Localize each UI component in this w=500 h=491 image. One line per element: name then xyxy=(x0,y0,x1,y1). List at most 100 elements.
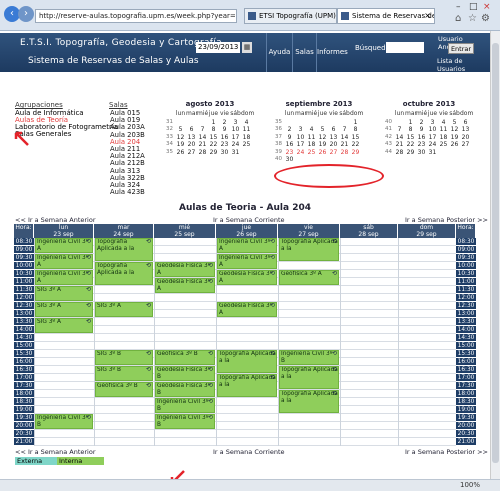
column-date[interactable]: 26 sep xyxy=(216,231,277,238)
calendar-day[interactable]: 9 xyxy=(416,126,427,133)
calendar-day[interactable]: 3 xyxy=(427,119,438,126)
calendar-day[interactable]: 18 xyxy=(438,134,449,141)
booking-event[interactable]: SIG 3º A ⟲ xyxy=(35,286,93,301)
calendar-day[interactable]: 27 xyxy=(328,149,339,156)
calendar-day[interactable]: 25 xyxy=(438,141,449,148)
booking-event[interactable]: SIG 3º B ⟲ xyxy=(95,366,153,381)
calendar-day[interactable]: 13 xyxy=(460,126,471,133)
week-number[interactable]: 33 xyxy=(165,134,173,140)
booking-event[interactable]: Topografía Aplicada a la ⟲ xyxy=(279,390,339,413)
calendar-day[interactable]: 18 xyxy=(241,134,252,141)
menu-informes[interactable]: Informes xyxy=(316,33,348,72)
week-number[interactable]: 35 xyxy=(274,119,282,125)
calendar-day[interactable]: 24 xyxy=(427,141,438,148)
current-week-link[interactable]: Ir a Semana Corriente xyxy=(213,216,285,224)
calendar-day[interactable]: 7 xyxy=(339,126,350,133)
column-date[interactable]: 28 sep xyxy=(340,231,397,238)
booking-event[interactable]: Topografía Aplicada a la ⟲ xyxy=(217,350,277,373)
calendar-day[interactable]: 11 xyxy=(241,126,252,133)
calendar-day[interactable]: 3 xyxy=(295,126,306,133)
calendar-day[interactable]: 21 xyxy=(197,141,208,148)
calendar-day[interactable]: 30 xyxy=(284,156,295,163)
calendar-day[interactable]: 19 xyxy=(449,134,460,141)
date-input[interactable]: 23/09/2013 xyxy=(196,42,240,53)
calendar-day[interactable]: 27 xyxy=(186,149,197,156)
forward-icon[interactable]: › xyxy=(18,6,34,22)
calendar-day[interactable]: 2 xyxy=(219,119,230,126)
calendar-day[interactable]: 24 xyxy=(295,149,306,156)
calendar-day[interactable]: 23 xyxy=(219,141,230,148)
maximize-icon[interactable]: □ xyxy=(469,2,478,12)
tab-reservas[interactable]: Sistema de Reservas de Salas ...× xyxy=(337,8,435,24)
search-input[interactable] xyxy=(386,42,424,53)
calendar-day[interactable]: 7 xyxy=(197,126,208,133)
booking-event[interactable]: Ingeniería Civil 3º A ⟲ xyxy=(35,270,93,285)
column-date[interactable]: 24 sep xyxy=(94,231,153,238)
calendar-day[interactable]: 16 xyxy=(416,134,427,141)
booking-event[interactable]: Ingeniería Civil 3º A ⟲ xyxy=(35,238,93,253)
booking-event[interactable]: Topografía Aplicada a la ⟲ xyxy=(217,374,277,397)
calendar-day[interactable]: 15 xyxy=(405,134,416,141)
tab-etsi[interactable]: ETSI Topografía (UPM) xyxy=(244,8,337,24)
week-number[interactable]: 39 xyxy=(274,149,282,155)
booking-event[interactable]: Geofísica 3º B ⟲ xyxy=(155,350,215,365)
booking-event[interactable]: Topografía Aplicada a la ⟲ xyxy=(95,262,153,285)
calendar-day[interactable]: 28 xyxy=(197,149,208,156)
calendar-day[interactable]: 6 xyxy=(186,126,197,133)
week-number[interactable]: 31 xyxy=(165,119,173,125)
calendar-day[interactable]: 9 xyxy=(284,134,295,141)
calendar-day[interactable]: 1 xyxy=(405,119,416,126)
calendar-day[interactable]: 22 xyxy=(405,141,416,148)
calendar-day[interactable]: 4 xyxy=(438,119,449,126)
booking-event[interactable]: Geodesia Física 3º A ⟲ xyxy=(155,262,215,277)
column-date[interactable]: 27 sep xyxy=(278,231,339,238)
calendar-day[interactable]: 3 xyxy=(230,119,241,126)
booking-event[interactable]: Geofísica 3º B ⟲ xyxy=(95,382,153,397)
calendar-day[interactable]: 2 xyxy=(284,126,295,133)
calendar-day[interactable]: 11 xyxy=(306,134,317,141)
calendar-day[interactable]: 7 xyxy=(394,126,405,133)
calendar-day[interactable]: 5 xyxy=(449,119,460,126)
column-date[interactable]: 23 sep xyxy=(34,231,93,238)
close-tab-icon[interactable]: × xyxy=(424,9,431,23)
room-item[interactable]: Aula 423B xyxy=(110,188,145,196)
menu-ayuda[interactable]: Ayuda xyxy=(266,33,292,72)
calendar-day[interactable]: 29 xyxy=(350,149,361,156)
prev-week-link[interactable]: << Ir a Semana Anterior xyxy=(15,216,96,224)
calendar-day[interactable]: 12 xyxy=(175,134,186,141)
booking-event[interactable]: Topografía Aplicada a la ⟲ xyxy=(279,238,339,261)
booking-event[interactable]: Geodesia Física 3º B ⟲ xyxy=(155,366,215,381)
calendar-month-title[interactable]: agosto 2013 xyxy=(165,100,255,108)
calendar-day[interactable]: 28 xyxy=(394,149,405,156)
calendar-day[interactable]: 10 xyxy=(427,126,438,133)
booking-event[interactable]: Ingeniería Civil 3º B ⟲ xyxy=(155,414,215,429)
column-date[interactable]: 29 sep xyxy=(398,231,455,238)
week-number[interactable]: 32 xyxy=(165,126,173,132)
scroll-thumb[interactable] xyxy=(492,43,499,463)
close-window-icon[interactable]: × xyxy=(483,2,491,12)
calendar-day[interactable]: 6 xyxy=(328,126,339,133)
calendar-day[interactable]: 13 xyxy=(186,134,197,141)
vertical-scrollbar[interactable] xyxy=(490,31,500,479)
menu-salas[interactable]: Salas xyxy=(292,33,316,72)
calendar-day[interactable]: 30 xyxy=(219,149,230,156)
week-number[interactable]: 42 xyxy=(384,134,392,140)
calendar-day[interactable]: 20 xyxy=(186,141,197,148)
calendar-day[interactable]: 16 xyxy=(284,141,295,148)
column-date[interactable]: 25 sep xyxy=(154,231,215,238)
calendar-day[interactable]: 31 xyxy=(230,149,241,156)
calendar-day[interactable]: 14 xyxy=(339,134,350,141)
calendar-day[interactable]: 31 xyxy=(427,149,438,156)
calendar-day[interactable]: 21 xyxy=(394,141,405,148)
calendar-day[interactable]: 5 xyxy=(175,126,186,133)
booking-event[interactable]: Ingeniería Civil 3º A ⟲ xyxy=(35,254,93,269)
week-number[interactable]: 43 xyxy=(384,141,392,147)
calendar-day[interactable]: 27 xyxy=(460,141,471,148)
calendar-day[interactable]: 28 xyxy=(339,149,350,156)
calendar-day[interactable]: 1 xyxy=(208,119,219,126)
calendar-day[interactable]: 19 xyxy=(317,141,328,148)
zoom-level[interactable]: 100% xyxy=(460,481,480,489)
week-number[interactable]: 36 xyxy=(274,126,282,132)
calendar-day[interactable]: 26 xyxy=(449,141,460,148)
week-number[interactable]: 44 xyxy=(384,149,392,155)
